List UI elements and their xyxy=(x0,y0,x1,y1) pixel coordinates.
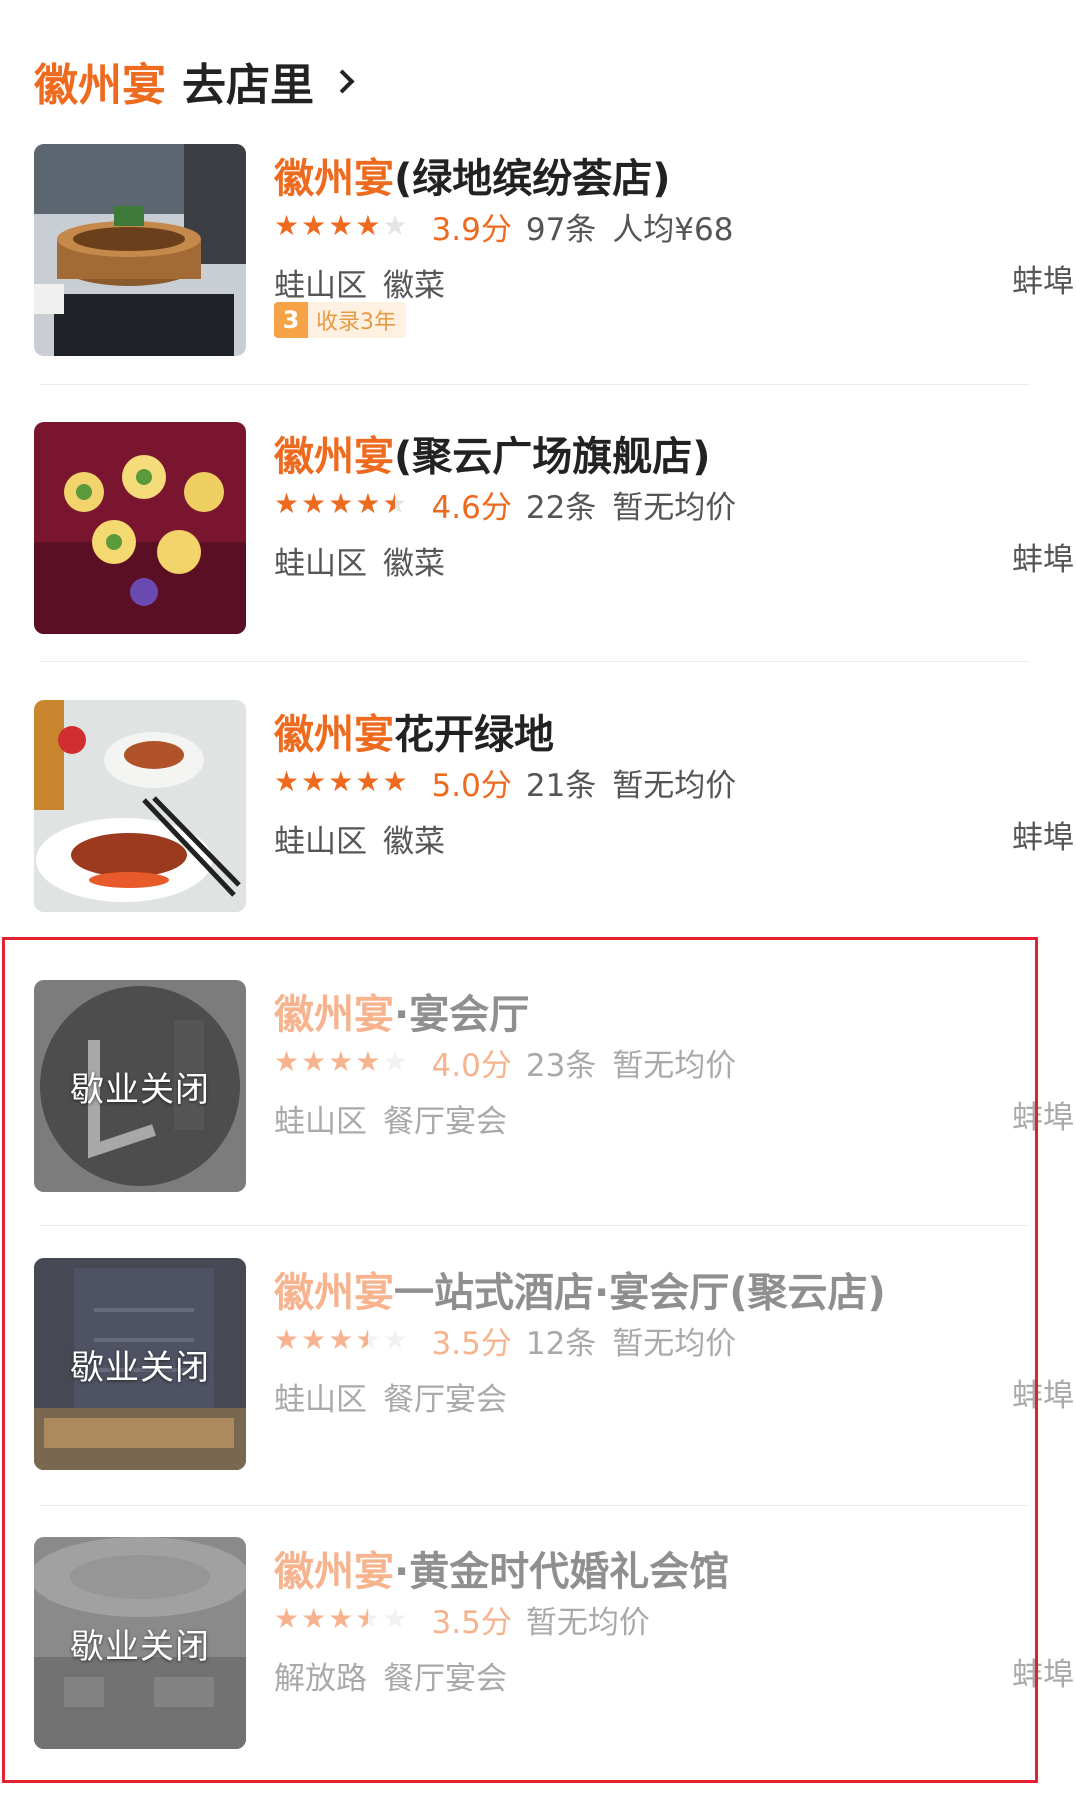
shop-item[interactable]: 徽州宴(绿地缤纷荟店) ★ ★ ★ ★ ★ 3.9分 97条 人均¥68 蛙山区… xyxy=(34,144,1074,358)
divider xyxy=(40,384,1030,385)
star-icon: ★ xyxy=(328,209,354,242)
star-icon: ★ xyxy=(274,209,300,242)
star-icon: ★ xyxy=(355,765,381,798)
average-price: 暂无均价 xyxy=(612,489,737,526)
star-icon: ★ xyxy=(274,765,300,798)
rating-score: 3.9分 xyxy=(431,211,512,248)
star-icon: ★ xyxy=(274,487,300,520)
city: 蚌埠 xyxy=(1012,820,1074,856)
shop-location: 蛙山区 徽菜 xyxy=(274,538,445,582)
city: 蚌埠 xyxy=(1012,542,1074,578)
rating-score: 5.0分 xyxy=(431,767,512,804)
shop-meta: ★ ★ ★ ★ ★ 4.6分 22条 暂无均价 xyxy=(274,482,736,526)
category: 徽菜 xyxy=(383,545,445,582)
average-price: 暂无均价 xyxy=(612,767,737,804)
brand-header-link[interactable]: 徽州宴 去店里 xyxy=(34,46,355,116)
shop-photo xyxy=(34,144,246,356)
badge-number: 3 xyxy=(274,302,308,338)
rating-stars: ★ ★ ★ ★ ★ xyxy=(274,768,408,796)
star-icon: ★ xyxy=(301,487,327,520)
shop-title[interactable]: 徽州宴(聚云广场旗舰店) xyxy=(274,424,711,480)
shop-meta: ★ ★ ★ ★ ★ 3.9分 97条 人均¥68 xyxy=(274,204,733,248)
star-icon: ★ xyxy=(328,765,354,798)
listing-years-badge: 3 收录3年 xyxy=(274,302,406,338)
category: 徽菜 xyxy=(383,267,445,304)
category: 徽菜 xyxy=(383,823,445,860)
shop-title[interactable]: 徽州宴花开绿地 xyxy=(274,702,554,758)
divider xyxy=(40,661,1030,662)
shop-title[interactable]: 徽州宴(绿地缤纷荟店) xyxy=(274,146,671,202)
shop-item[interactable]: 徽州宴花开绿地 ★ ★ ★ ★ ★ 5.0分 21条 暂无均价 蛙山区 徽菜 蚌… xyxy=(34,700,1074,914)
rating-stars: ★ ★ ★ ★ ★ xyxy=(274,487,408,520)
district: 蛙山区 xyxy=(274,823,367,860)
review-count: 22条 xyxy=(525,489,597,526)
review-count: 21条 xyxy=(525,767,597,804)
chevron-right-icon xyxy=(330,68,355,94)
rating-stars: ★ ★ ★ ★ ★ xyxy=(274,212,408,240)
star-icon: ★ xyxy=(382,765,408,798)
star-icon: ★ xyxy=(301,209,327,242)
shop-location: 蛙山区 徽菜 xyxy=(274,260,445,304)
shop-item[interactable]: 徽州宴(聚云广场旗舰店) ★ ★ ★ ★ ★ 4.6分 22条 暂无均价 蛙山区… xyxy=(34,422,1074,636)
average-price: 人均¥68 xyxy=(612,211,734,248)
star-icon: ★ xyxy=(301,765,327,798)
star-icon: ★ xyxy=(355,209,381,242)
city: 蚌埠 xyxy=(1012,264,1074,300)
shop-photo xyxy=(34,700,246,912)
shop-photo xyxy=(34,422,246,634)
shop-meta: ★ ★ ★ ★ ★ 5.0分 21条 暂无均价 xyxy=(274,760,736,804)
goto-store-label: 去店里 xyxy=(182,60,314,111)
brand-name: 徽州宴 xyxy=(34,60,166,111)
district: 蛙山区 xyxy=(274,545,367,582)
district: 蛙山区 xyxy=(274,267,367,304)
highlight-box xyxy=(2,937,1038,1783)
star-empty-icon: ★ xyxy=(382,209,408,242)
shop-list-card: 徽州宴 去店里 徽州宴(绿地缤纷荟店) ★ ★ ★ ★ ★ 3.9分 97条 人… xyxy=(0,0,1076,1801)
review-count: 97条 xyxy=(525,211,597,248)
shop-location: 蛙山区 徽菜 xyxy=(274,816,445,860)
star-icon: ★ xyxy=(328,487,354,520)
rating-score: 4.6分 xyxy=(431,489,512,526)
star-icon: ★ xyxy=(355,487,381,520)
star-half-icon: ★ xyxy=(382,490,407,519)
badge-text: 收录3年 xyxy=(316,310,396,335)
